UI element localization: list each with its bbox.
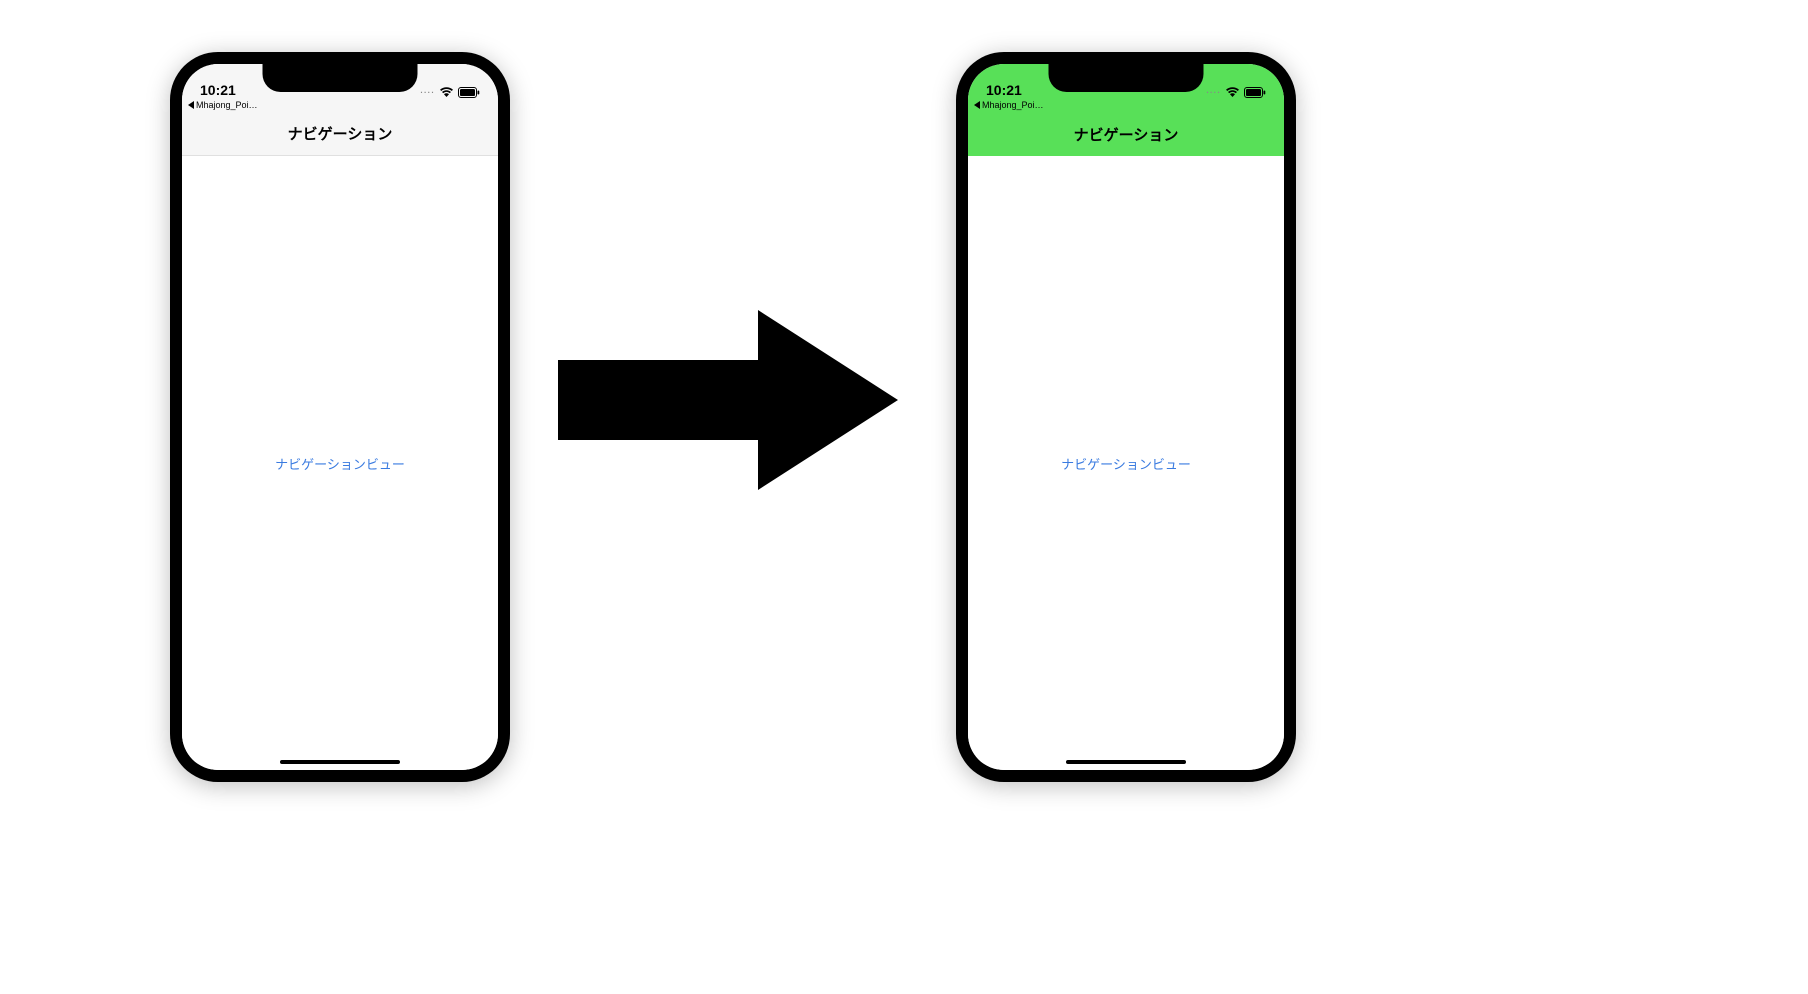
navigation-view-link[interactable]: ナビゲーションビュー: [275, 454, 405, 473]
signal-dots-icon: ····: [1206, 88, 1221, 97]
battery-icon: [1244, 87, 1266, 98]
navigation-title: ナビゲーション: [288, 123, 393, 144]
status-time: 10:21: [986, 82, 1022, 98]
status-time: 10:21: [200, 82, 236, 98]
content-area: ナビゲーションビュー: [968, 156, 1284, 770]
content-area: ナビゲーションビュー: [182, 156, 498, 770]
breadcrumb-label: Mhajong_Poi…: [982, 100, 1044, 110]
breadcrumb[interactable]: Mhajong_Poi…: [968, 100, 1284, 112]
navigation-title: ナビゲーション: [1074, 124, 1179, 145]
back-caret-icon: [974, 101, 980, 109]
screen-right: 10:21 ···· Mhajong_Poi… ナビゲーション ナビゲーションビ: [968, 64, 1284, 770]
status-icons: ····: [420, 86, 480, 98]
transition-arrow-icon: [548, 300, 908, 500]
wifi-icon: [1225, 86, 1240, 98]
breadcrumb-label: Mhajong_Poi…: [196, 100, 258, 110]
back-caret-icon: [188, 101, 194, 109]
phone-mockup-left: 10:21 ···· Mhajong_Poi… ナビゲーション ナビゲーションビ: [170, 52, 510, 782]
phone-mockup-right: 10:21 ···· Mhajong_Poi… ナビゲーション ナビゲーションビ: [956, 52, 1296, 782]
signal-dots-icon: ····: [420, 88, 435, 97]
wifi-icon: [439, 86, 454, 98]
notch: [1049, 64, 1204, 92]
status-icons: ····: [1206, 86, 1266, 98]
notch: [263, 64, 418, 92]
breadcrumb[interactable]: Mhajong_Poi…: [182, 100, 498, 112]
battery-icon: [458, 87, 480, 98]
home-indicator[interactable]: [280, 760, 400, 764]
navigation-bar: ナビゲーション: [968, 112, 1284, 156]
navigation-bar: ナビゲーション: [182, 112, 498, 156]
screen-left: 10:21 ···· Mhajong_Poi… ナビゲーション ナビゲーションビ: [182, 64, 498, 770]
navigation-view-link[interactable]: ナビゲーションビュー: [1061, 454, 1191, 473]
home-indicator[interactable]: [1066, 760, 1186, 764]
